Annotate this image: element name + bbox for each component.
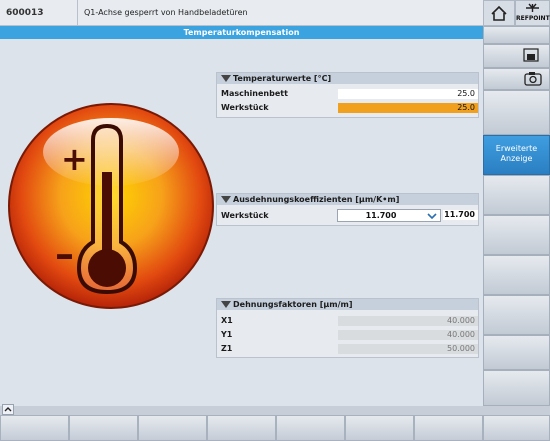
- chevron-down-icon: [427, 213, 437, 220]
- collapse-icon[interactable]: [221, 75, 231, 82]
- row-label-machine-bed: Maschinenbett: [221, 89, 288, 98]
- softkey-v6[interactable]: [483, 335, 550, 370]
- collapse-icon[interactable]: [221, 301, 231, 308]
- thermometer-graphic: + –: [8, 103, 214, 309]
- home-button[interactable]: [483, 0, 515, 26]
- softkey-h2[interactable]: [69, 415, 138, 441]
- softkey-h4[interactable]: [207, 415, 276, 441]
- row-label-z1: Z1: [221, 344, 233, 353]
- softkey-v1[interactable]: [483, 90, 550, 135]
- z1-strain-field: 50.000: [338, 344, 478, 354]
- softkey-v5[interactable]: [483, 295, 550, 335]
- softkey-h8[interactable]: [483, 415, 550, 441]
- alarm-bar: 600013 Q1-Achse gesperrt von Handbeladet…: [0, 0, 483, 26]
- collapse-icon[interactable]: [221, 196, 231, 203]
- material-select[interactable]: 11.700: [337, 209, 441, 222]
- row-label-workpiece: Werkstück: [221, 103, 269, 112]
- softkey-v4[interactable]: [483, 255, 550, 295]
- refpoint-button[interactable]: REFPOINT: [515, 0, 550, 26]
- recall-button[interactable]: [2, 404, 14, 415]
- lock-softkey[interactable]: [483, 44, 550, 68]
- alarm-text: Q1-Achse gesperrt von Handbeladetüren: [84, 8, 248, 17]
- expansion-coefficient-field[interactable]: 11.700: [443, 210, 478, 220]
- page-title: Temperaturkompensation: [0, 26, 483, 39]
- extended-display-softkey[interactable]: Erweiterte Anzeige: [483, 135, 550, 175]
- screenshot-softkey[interactable]: [483, 68, 550, 90]
- softkey-h1[interactable]: [0, 415, 69, 441]
- minus-sign: –: [55, 232, 74, 276]
- plus-sign: +: [61, 140, 88, 178]
- softkey-label-line2: Anzeige: [500, 154, 533, 163]
- softkey-v7[interactable]: [483, 370, 550, 406]
- softkey-v2[interactable]: [483, 175, 550, 215]
- strain-factors-panel: Dehnungsfaktoren [µm/m] X1 40.000 Y1 40.…: [216, 298, 479, 358]
- softkey-h7[interactable]: [414, 415, 483, 441]
- y1-strain-field: 40.000: [338, 330, 478, 340]
- material-select-value: 11.700: [365, 211, 397, 220]
- row-label-workpiece: Werkstück: [221, 211, 269, 220]
- camera-icon: [524, 72, 542, 86]
- lock-icon: [523, 48, 539, 62]
- panel-title: Temperaturwerte [°C]: [233, 74, 332, 83]
- softkey-h6[interactable]: [345, 415, 414, 441]
- machine-bed-temperature-field[interactable]: 25.0: [338, 89, 478, 99]
- home-icon: [491, 5, 507, 21]
- refpoint-label: REFPOINT: [516, 15, 550, 22]
- softkey-h3[interactable]: [138, 415, 207, 441]
- softkey-v3[interactable]: [483, 215, 550, 255]
- expansion-coefficients-panel: Ausdehnungskoeffizienten [µm/K•m] Werkst…: [216, 193, 479, 226]
- softkey-label-line1: Erweiterte: [495, 144, 538, 153]
- temperature-values-panel: Temperaturwerte [°C] Maschinenbett 25.0 …: [216, 72, 479, 118]
- softkey-v0[interactable]: [483, 26, 550, 44]
- x1-strain-field: 40.000: [338, 316, 478, 326]
- panel-title: Dehnungsfaktoren [µm/m]: [233, 300, 353, 309]
- alarm-code: 600013: [0, 0, 78, 26]
- refpoint-icon: [526, 3, 539, 12]
- softkey-h5[interactable]: [276, 415, 345, 441]
- panel-title: Ausdehnungskoeffizienten [µm/K•m]: [233, 195, 400, 204]
- chevron-up-icon: [4, 407, 12, 412]
- workpiece-temperature-field[interactable]: 25.0: [338, 103, 478, 113]
- row-label-x1: X1: [221, 316, 233, 325]
- row-label-y1: Y1: [221, 330, 233, 339]
